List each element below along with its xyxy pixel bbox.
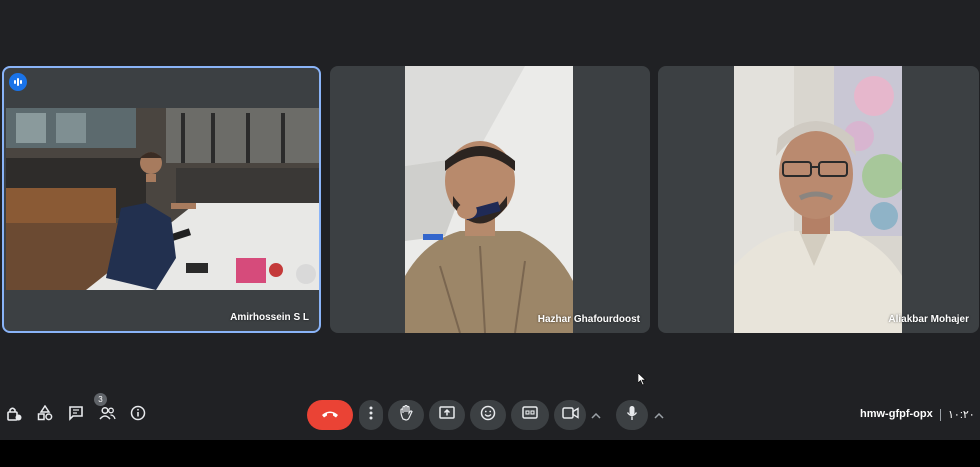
mic-icon [626,405,638,426]
info-icon [130,405,146,426]
camera-toggle-button[interactable] [554,400,586,430]
participant-video [6,108,319,290]
microphone-options-button[interactable] [646,400,672,430]
participant-name: Aliakbar Mohajer [888,314,969,325]
shapes-icon [37,404,53,426]
present-now-button[interactable] [429,400,465,430]
microphone-toggle-button[interactable] [616,400,648,430]
emoji-icon [480,405,496,426]
meeting-code: hmw-gfpf-opx [860,408,933,420]
people-icon [98,405,116,426]
participant-tile[interactable]: Aliakbar Mohajer [658,66,979,333]
host-controls-button[interactable] [2,395,26,435]
chat-button[interactable] [64,395,88,435]
phone-hangup-icon [321,406,339,424]
meeting-details-button[interactable] [126,395,150,435]
divider [940,409,941,421]
leave-call-button[interactable] [307,400,353,430]
camera-options-button[interactable] [583,400,609,430]
participant-video [405,66,573,333]
reactions-button[interactable] [470,400,506,430]
mouse-cursor-icon [637,372,647,391]
participant-name: Hazhar Ghafourdoost [537,314,640,325]
hand-icon [399,404,414,426]
call-controls-bar: 3 hmw-gfpf-opx ۱۰:۲۰ [0,393,980,435]
cc-icon [522,406,538,424]
clock: ۱۰:۲۰ [948,409,975,421]
more-vert-icon [369,406,373,425]
speaking-indicator-icon [9,73,27,91]
present-screen-icon [439,405,455,425]
meeting-stage: Amirhossein S L Hazhar Ghafourdoost Alia… [0,0,980,440]
more-options-button[interactable] [359,400,383,430]
captions-button[interactable] [511,400,549,430]
participant-video [734,66,902,333]
raise-hand-button[interactable] [388,400,424,430]
chevron-up-icon [591,406,601,424]
participant-tile[interactable]: Amirhossein S L [2,66,321,333]
chevron-up-icon [654,406,664,424]
people-count-badge: 3 [94,393,107,406]
chat-icon [68,405,84,426]
lock-person-icon [6,405,22,426]
participant-tile[interactable]: Hazhar Ghafourdoost [330,66,650,333]
activities-button[interactable] [33,395,57,435]
participant-name: Amirhossein S L [230,312,309,323]
bottom-edge [0,440,980,467]
videocam-icon [561,406,579,424]
